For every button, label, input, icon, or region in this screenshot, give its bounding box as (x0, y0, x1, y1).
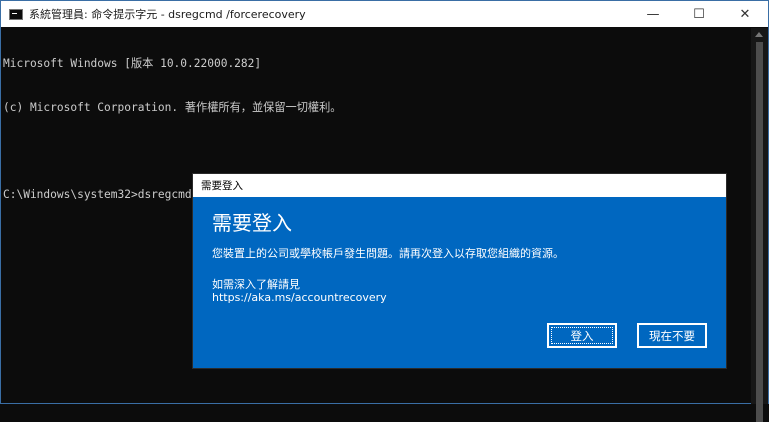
window-titlebar[interactable]: 系統管理員: 命令提示字元 - dsregcmd /forcerecovery … (1, 1, 768, 27)
dialog-titlebar[interactable]: 需要登入 (193, 174, 726, 197)
account-recovery-link[interactable]: https://aka.ms/accountrecovery (212, 291, 387, 304)
vertical-scrollbar[interactable] (751, 28, 768, 422)
scroll-up-icon[interactable] (755, 32, 763, 37)
sign-in-button[interactable]: 登入 (547, 323, 617, 348)
minimize-button[interactable]: — (630, 1, 676, 27)
sign-in-required-dialog: 需要登入 需要登入 您裝置上的公司或學校帳戶發生問題。請再次登入以存取您組織的資… (193, 174, 726, 368)
more-info-label: 如需深入了解請見 (212, 278, 300, 291)
dialog-heading: 需要登入 (212, 211, 292, 235)
not-now-button[interactable]: 現在不要 (637, 323, 707, 348)
window-controls: — ☐ ✕ (630, 1, 768, 27)
maximize-button[interactable]: ☐ (676, 1, 722, 27)
dialog-message: 您裝置上的公司或學校帳戶發生問題。請再次登入以存取您組織的資源。 (212, 247, 564, 260)
command-prompt-icon (9, 8, 23, 20)
scrollbar-thumb[interactable] (756, 42, 763, 422)
console-line: (c) Microsoft Corporation. 著作權所有，並保留一切權利… (3, 100, 342, 114)
window-title: 系統管理員: 命令提示字元 - dsregcmd /forcerecovery (29, 8, 306, 21)
console-line: Microsoft Windows [版本 10.0.22000.282] (3, 57, 262, 70)
close-button[interactable]: ✕ (722, 1, 768, 27)
